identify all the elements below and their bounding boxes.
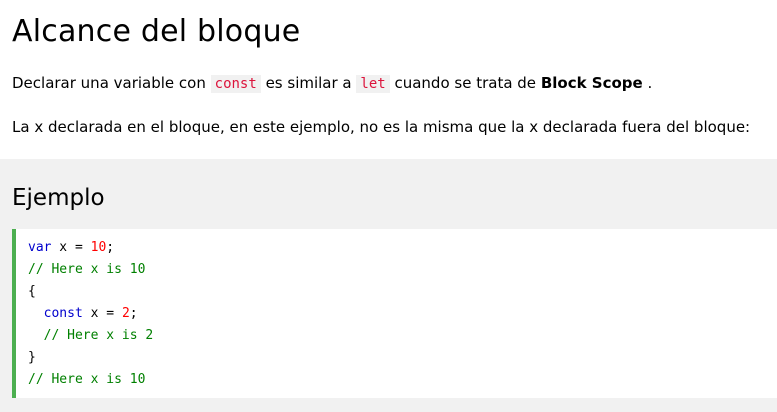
code-line-5-comment: // Here x is 2 [28, 328, 154, 343]
code-line-3-open-brace: { [28, 284, 36, 299]
intro-text-middle: es similar a [260, 74, 357, 92]
intro-text-end: . [642, 74, 653, 92]
code-semicolon: ; [129, 306, 138, 321]
block-scope-bold: Block Scope [540, 74, 643, 92]
inline-code-const: const [210, 75, 261, 93]
code-line-1: var x = 10; [28, 237, 777, 259]
article-content: Alcance del bloque Declarar una variable… [0, 0, 777, 138]
code-line-4: const x = 2; [28, 303, 777, 325]
inline-code-let: let [356, 75, 390, 93]
example-section: Ejemplo var x = 10; // Here x is 10 { cons… [0, 159, 777, 412]
intro-text-after: cuando se trata de [389, 74, 541, 92]
code-line-2-comment: // Here x is 10 [28, 262, 146, 277]
code-assignment: x = [82, 306, 122, 321]
example-title: Ejemplo [12, 185, 105, 211]
tutorial-page: Alcance del bloque Declarar una variable… [0, 0, 777, 412]
intro-text-before: Declarar una variable con [12, 74, 211, 92]
code-line-6-close-brace: } [28, 350, 36, 365]
page-title: Alcance del bloque [12, 14, 301, 49]
code-keyword-var: var [28, 240, 52, 255]
code-assignment: x = [51, 240, 91, 255]
code-line-7-comment: // Here x is 10 [28, 372, 146, 387]
intro-paragraph: Declarar una variable con const es simil… [12, 72, 765, 95]
code-number-10: 10 [90, 240, 107, 255]
code-semicolon: ; [106, 240, 115, 255]
code-example: var x = 10; // Here x is 10 { const x = 2;… [12, 229, 777, 398]
code-keyword-const: const [43, 306, 83, 321]
explanation-paragraph: La x declarada en el bloque, en este eje… [12, 118, 751, 136]
code-number-2: 2 [121, 306, 130, 321]
